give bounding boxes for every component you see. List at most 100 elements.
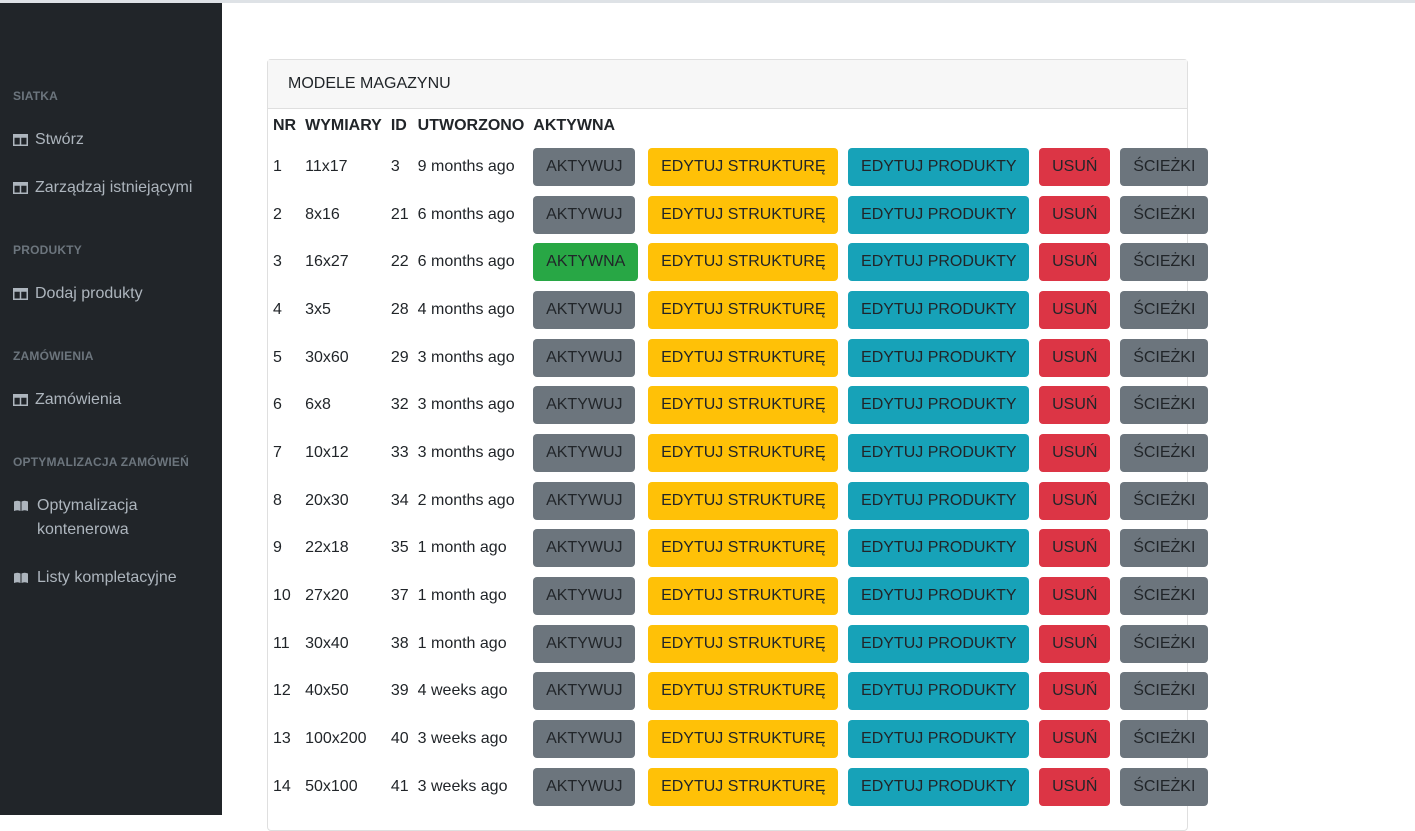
edit-products-button[interactable]: EDYTUJ PRODUKTY bbox=[848, 672, 1030, 711]
activate-button[interactable]: AKTYWUJ bbox=[533, 147, 636, 186]
cell-paths: ŚCIEŻKI bbox=[1115, 620, 1213, 668]
cell-edit-structure: EDYTUJ STRUKTURĘ bbox=[643, 286, 843, 334]
activate-button[interactable]: AKTYWUJ bbox=[533, 529, 636, 568]
edit-products-button[interactable]: EDYTUJ PRODUKTY bbox=[848, 767, 1030, 806]
activate-button[interactable]: AKTYWUJ bbox=[533, 195, 636, 234]
edit-products-button[interactable]: EDYTUJ PRODUKTY bbox=[848, 243, 1030, 282]
edit-structure-button[interactable]: EDYTUJ STRUKTURĘ bbox=[648, 243, 839, 282]
cell-nr: 3 bbox=[273, 253, 282, 271]
paths-button[interactable]: ŚCIEŻKI bbox=[1120, 720, 1209, 759]
sidebar-section-zamowienia: ZAMÓWIENIA bbox=[13, 349, 94, 363]
paths-button[interactable]: ŚCIEŻKI bbox=[1120, 624, 1209, 663]
activate-button[interactable]: AKTYWUJ bbox=[533, 577, 636, 616]
cell-paths: ŚCIEŻKI bbox=[1115, 668, 1213, 716]
delete-button[interactable]: USUŃ bbox=[1039, 386, 1111, 425]
edit-structure-button[interactable]: EDYTUJ STRUKTURĘ bbox=[648, 624, 839, 663]
delete-button[interactable]: USUŃ bbox=[1039, 672, 1111, 711]
activate-button[interactable]: AKTYWUJ bbox=[533, 338, 636, 377]
cell-edit-structure: EDYTUJ STRUKTURĘ bbox=[643, 525, 843, 573]
paths-button[interactable]: ŚCIEŻKI bbox=[1120, 672, 1209, 711]
cell-edit-products: EDYTUJ PRODUKTY bbox=[843, 334, 1034, 382]
paths-button[interactable]: ŚCIEŻKI bbox=[1120, 529, 1209, 568]
active-status-button[interactable]: AKTYWNA bbox=[533, 243, 639, 282]
paths-button[interactable]: ŚCIEŻKI bbox=[1120, 577, 1209, 616]
activate-button[interactable]: AKTYWUJ bbox=[533, 386, 636, 425]
cell-nr: 2 bbox=[273, 205, 282, 223]
sidebar-item-picking-lists[interactable]: Listy kompletacyjne bbox=[13, 566, 197, 590]
activate-button[interactable]: AKTYWUJ bbox=[533, 624, 636, 663]
delete-button[interactable]: USUŃ bbox=[1039, 577, 1111, 616]
sidebar-item-manage[interactable]: Zarządzaj istniejącymi bbox=[13, 176, 195, 200]
cell-edit-structure: EDYTUJ STRUKTURĘ bbox=[643, 143, 843, 191]
delete-button[interactable]: USUŃ bbox=[1039, 338, 1111, 377]
edit-structure-button[interactable]: EDYTUJ STRUKTURĘ bbox=[648, 720, 839, 759]
edit-products-button[interactable]: EDYTUJ PRODUKTY bbox=[848, 338, 1030, 377]
cell-status: AKTYWUJ bbox=[528, 334, 643, 382]
paths-button[interactable]: ŚCIEŻKI bbox=[1120, 481, 1209, 520]
edit-structure-button[interactable]: EDYTUJ STRUKTURĘ bbox=[648, 672, 839, 711]
edit-products-button[interactable]: EDYTUJ PRODUKTY bbox=[848, 386, 1030, 425]
edit-structure-button[interactable]: EDYTUJ STRUKTURĘ bbox=[648, 433, 839, 472]
activate-button[interactable]: AKTYWUJ bbox=[533, 720, 636, 759]
edit-structure-button[interactable]: EDYTUJ STRUKTURĘ bbox=[648, 529, 839, 568]
activate-button[interactable]: AKTYWUJ bbox=[533, 767, 636, 806]
edit-products-button[interactable]: EDYTUJ PRODUKTY bbox=[848, 720, 1030, 759]
cell-delete: USUŃ bbox=[1034, 429, 1115, 477]
cell-edit-products: EDYTUJ PRODUKTY bbox=[843, 381, 1034, 429]
sidebar-item-orders[interactable]: Zamówienia bbox=[13, 388, 195, 412]
edit-products-button[interactable]: EDYTUJ PRODUKTY bbox=[848, 624, 1030, 663]
paths-button[interactable]: ŚCIEŻKI bbox=[1120, 147, 1209, 186]
delete-button[interactable]: USUŃ bbox=[1039, 243, 1111, 282]
delete-button[interactable]: USUŃ bbox=[1039, 195, 1111, 234]
paths-button[interactable]: ŚCIEŻKI bbox=[1120, 243, 1209, 282]
edit-products-button[interactable]: EDYTUJ PRODUKTY bbox=[848, 481, 1030, 520]
cell-nr: 14 bbox=[273, 777, 291, 795]
edit-products-button[interactable]: EDYTUJ PRODUKTY bbox=[848, 290, 1030, 329]
sidebar-item-add-products[interactable]: Dodaj produkty bbox=[13, 282, 195, 306]
paths-button[interactable]: ŚCIEŻKI bbox=[1120, 195, 1209, 234]
delete-button[interactable]: USUŃ bbox=[1039, 720, 1111, 759]
table-body: 1 11x17 3 9 months ago AKTYWUJ EDYTUJ STRUKTU… bbox=[268, 143, 1213, 811]
edit-products-button[interactable]: EDYTUJ PRODUKTY bbox=[848, 433, 1030, 472]
delete-button[interactable]: USUŃ bbox=[1039, 481, 1111, 520]
edit-products-button[interactable]: EDYTUJ PRODUKTY bbox=[848, 529, 1030, 568]
edit-structure-button[interactable]: EDYTUJ STRUKTURĘ bbox=[648, 338, 839, 377]
delete-button[interactable]: USUŃ bbox=[1039, 767, 1111, 806]
edit-structure-button[interactable]: EDYTUJ STRUKTURĘ bbox=[648, 767, 839, 806]
delete-button[interactable]: USUŃ bbox=[1039, 624, 1111, 663]
paths-button[interactable]: ŚCIEŻKI bbox=[1120, 338, 1209, 377]
table-row: 3 16x27 22 6 months ago AKTYWNA EDYTUJ STRUKT… bbox=[268, 238, 1213, 286]
edit-structure-button[interactable]: EDYTUJ STRUKTURĘ bbox=[648, 386, 839, 425]
edit-structure-button[interactable]: EDYTUJ STRUKTURĘ bbox=[648, 195, 839, 234]
paths-button[interactable]: ŚCIEŻKI bbox=[1120, 290, 1209, 329]
sidebar-item-container-optimization[interactable]: Optymalizacja kontenerowa bbox=[13, 494, 197, 542]
edit-structure-button[interactable]: EDYTUJ STRUKTURĘ bbox=[648, 481, 839, 520]
delete-button[interactable]: USUŃ bbox=[1039, 529, 1111, 568]
table-row: 1 11x17 3 9 months ago AKTYWUJ EDYTUJ STRUKTU… bbox=[268, 143, 1213, 191]
cell-created: 3 months ago bbox=[417, 348, 515, 366]
cell-dimensions: 11x17 bbox=[305, 157, 348, 175]
cell-id: 34 bbox=[390, 491, 409, 509]
paths-button[interactable]: ŚCIEŻKI bbox=[1120, 386, 1209, 425]
edit-products-button[interactable]: EDYTUJ PRODUKTY bbox=[848, 195, 1030, 234]
cell-paths: ŚCIEŻKI bbox=[1115, 238, 1213, 286]
cell-nr: 6 bbox=[273, 396, 282, 414]
cell-dimensions: 20x30 bbox=[305, 491, 349, 509]
delete-button[interactable]: USUŃ bbox=[1039, 290, 1111, 329]
paths-button[interactable]: ŚCIEŻKI bbox=[1120, 767, 1209, 806]
sidebar-item-create[interactable]: Stwórz bbox=[13, 128, 195, 152]
activate-button[interactable]: AKTYWUJ bbox=[533, 290, 636, 329]
delete-button[interactable]: USUŃ bbox=[1039, 147, 1111, 186]
activate-button[interactable]: AKTYWUJ bbox=[533, 481, 636, 520]
edit-products-button[interactable]: EDYTUJ PRODUKTY bbox=[848, 147, 1030, 186]
edit-structure-button[interactable]: EDYTUJ STRUKTURĘ bbox=[648, 577, 839, 616]
activate-button[interactable]: AKTYWUJ bbox=[533, 433, 636, 472]
edit-structure-button[interactable]: EDYTUJ STRUKTURĘ bbox=[648, 290, 839, 329]
edit-products-button[interactable]: EDYTUJ PRODUKTY bbox=[848, 577, 1030, 616]
edit-structure-button[interactable]: EDYTUJ STRUKTURĘ bbox=[648, 147, 839, 186]
delete-button[interactable]: USUŃ bbox=[1039, 433, 1111, 472]
activate-button[interactable]: AKTYWUJ bbox=[533, 672, 636, 711]
table-row: 9 22x18 35 1 month ago AKTYWUJ EDYTUJ STRUKTU… bbox=[268, 525, 1213, 573]
cell-delete: USUŃ bbox=[1034, 572, 1115, 620]
paths-button[interactable]: ŚCIEŻKI bbox=[1120, 433, 1209, 472]
